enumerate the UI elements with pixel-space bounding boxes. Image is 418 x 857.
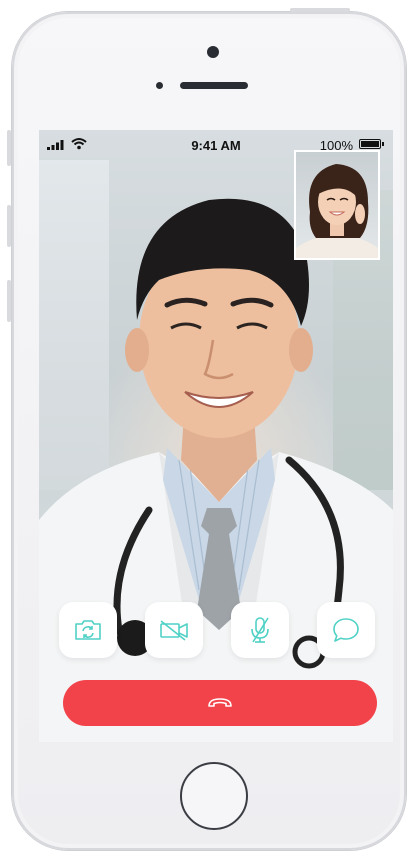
self-preview[interactable] — [294, 150, 380, 260]
end-call-button[interactable] — [63, 680, 377, 726]
power-button — [290, 8, 350, 12]
home-button[interactable] — [180, 762, 248, 830]
volume-down-button — [7, 280, 11, 322]
silent-switch — [7, 130, 11, 166]
self-preview-video — [296, 164, 378, 258]
front-camera — [207, 46, 219, 58]
mute-button[interactable] — [231, 602, 289, 658]
battery-icon — [359, 139, 384, 149]
hang-up-icon — [208, 698, 232, 707]
proximity-sensor — [156, 82, 163, 89]
camera-switch-icon — [75, 620, 101, 640]
chat-bubble-icon — [333, 618, 359, 642]
switch-camera-button[interactable] — [59, 602, 117, 658]
screen: 9:41 AM 100% — [39, 130, 393, 742]
earpiece-speaker — [180, 82, 248, 89]
video-off-button[interactable] — [145, 602, 203, 658]
video-off-icon — [160, 620, 188, 641]
volume-up-button — [7, 205, 11, 247]
mic-off-icon — [251, 617, 269, 643]
chat-button[interactable] — [317, 602, 375, 658]
